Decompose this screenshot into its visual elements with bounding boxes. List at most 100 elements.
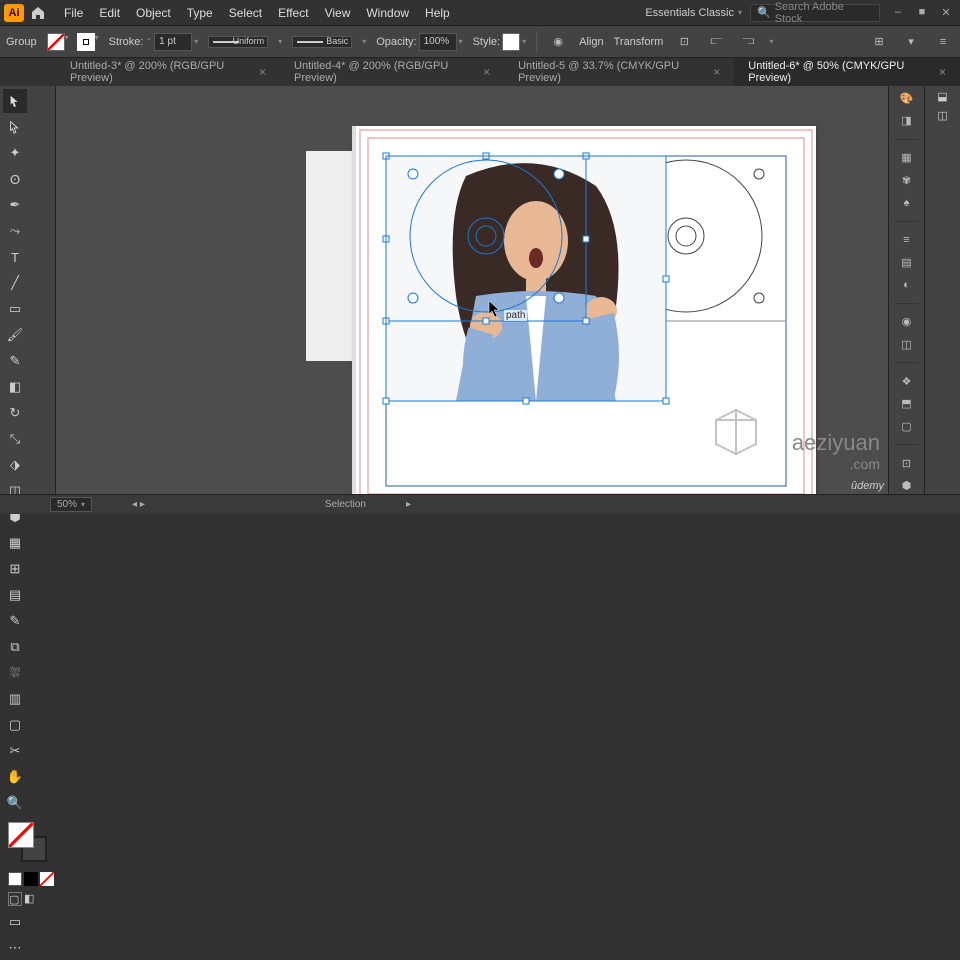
menu-edit[interactable]: Edit: [91, 6, 128, 20]
line-tool-icon[interactable]: ╱: [3, 271, 27, 295]
gradient-panel-icon[interactable]: ▤: [895, 254, 919, 270]
svg-panel-icon[interactable]: ⬢: [895, 478, 919, 494]
canvas-area[interactable]: path aeziyuan .com ûdemy: [56, 86, 888, 494]
scale-tool-icon[interactable]: ⤡: [3, 427, 27, 451]
shaper-tool-icon[interactable]: ✎: [3, 349, 27, 373]
rectangle-tool-icon[interactable]: ▭: [3, 297, 27, 321]
opacity-input[interactable]: [419, 33, 457, 51]
menu-view[interactable]: View: [317, 6, 359, 20]
menu-select[interactable]: Select: [221, 6, 270, 20]
align-label[interactable]: Align: [579, 36, 603, 48]
stroke-profile-basic[interactable]: Basic: [292, 36, 352, 48]
align-icon[interactable]: ⫍: [705, 31, 727, 53]
menu-object[interactable]: Object: [128, 6, 179, 20]
menu-window[interactable]: Window: [358, 6, 417, 20]
flyout-icon[interactable]: ≡: [932, 31, 954, 53]
status-nav[interactable]: ◂ ▸: [132, 499, 145, 510]
tab-untitled-6[interactable]: Untitled-6* @ 50% (CMYK/GPU Preview)×: [734, 58, 960, 86]
magic-wand-tool-icon[interactable]: ✦: [3, 141, 27, 165]
symbol-sprayer-icon[interactable]: ⛆: [3, 661, 27, 685]
symbols-panel-icon[interactable]: ♠: [895, 194, 919, 210]
pen-tool-icon[interactable]: ✒: [3, 193, 27, 217]
close-button[interactable]: ✕: [936, 6, 956, 20]
draw-normal-icon[interactable]: ▢: [8, 892, 22, 906]
gradient-tool-icon[interactable]: ▤: [3, 583, 27, 607]
stroke-profile-uniform[interactable]: Uniform: [208, 36, 268, 48]
tab-untitled-5[interactable]: Untitled-5 @ 33.7% (CMYK/GPU Preview)×: [504, 58, 734, 86]
menu-type[interactable]: Type: [179, 6, 221, 20]
properties-panel-icon[interactable]: ⬓: [937, 90, 947, 103]
stroke-weight-input[interactable]: [154, 33, 192, 51]
zoom-level[interactable]: 50% ▾: [50, 497, 92, 512]
menu-file[interactable]: File: [56, 6, 91, 20]
chevron-down-icon[interactable]: ▾: [95, 33, 99, 51]
lasso-tool-icon[interactable]: ʘ: [3, 167, 27, 191]
draw-behind-icon[interactable]: ◧: [24, 892, 38, 906]
perspective-grid-icon[interactable]: ▦: [3, 531, 27, 555]
css-panel-icon[interactable]: ⊡: [895, 455, 919, 471]
transparency-panel-icon[interactable]: ◐: [895, 276, 919, 292]
screen-mode-icon[interactable]: ▭: [3, 910, 27, 934]
home-icon[interactable]: [30, 5, 46, 21]
brushes-panel-icon[interactable]: ✾: [895, 172, 919, 188]
direct-selection-tool-icon[interactable]: [3, 115, 27, 139]
artboard-tool-icon[interactable]: ▢: [3, 713, 27, 737]
color-none[interactable]: [40, 872, 54, 886]
close-icon[interactable]: ×: [939, 65, 946, 79]
type-tool-icon[interactable]: T: [3, 245, 27, 269]
color-white[interactable]: [8, 872, 22, 886]
fill-swatch[interactable]: [47, 33, 65, 51]
edit-toolbar-icon[interactable]: ⋯: [3, 936, 27, 960]
color-guide-icon[interactable]: ◨: [895, 112, 919, 128]
panel-menu-icon[interactable]: ⊞: [868, 31, 890, 53]
graphic-styles-icon[interactable]: ◫: [895, 336, 919, 352]
minimize-button[interactable]: –: [888, 6, 908, 20]
maximize-button[interactable]: ■: [912, 6, 932, 20]
more-icon[interactable]: ▾: [900, 31, 922, 53]
hand-tool-icon[interactable]: ✋: [3, 765, 27, 789]
close-icon[interactable]: ×: [483, 65, 490, 79]
status-flyout[interactable]: ▸: [406, 499, 411, 510]
chevron-down-icon[interactable]: ▾: [522, 37, 526, 46]
workspace-switcher[interactable]: Essentials Classic ▾: [637, 7, 750, 19]
libraries-panel-icon[interactable]: ◫: [937, 109, 947, 122]
chevron-down-icon[interactable]: ▾: [459, 37, 463, 46]
tab-untitled-4[interactable]: Untitled-4* @ 200% (RGB/GPU Preview)×: [280, 58, 504, 86]
swatches-panel-icon[interactable]: ▦: [895, 150, 919, 166]
stepper-icon[interactable]: ⌃: [145, 37, 152, 46]
search-input[interactable]: 🔍 Search Adobe Stock: [750, 4, 880, 22]
zoom-tool-icon[interactable]: 🔍: [3, 791, 27, 815]
selection-tool-icon[interactable]: [3, 89, 27, 113]
isolate-icon[interactable]: ⊡: [673, 31, 695, 53]
eraser-tool-icon[interactable]: ◧: [3, 375, 27, 399]
tab-untitled-3[interactable]: Untitled-3* @ 200% (RGB/GPU Preview)×: [56, 58, 280, 86]
rotate-tool-icon[interactable]: ↻: [3, 401, 27, 425]
close-icon[interactable]: ×: [713, 65, 720, 79]
fill-stroke-control[interactable]: [8, 822, 47, 862]
slice-tool-icon[interactable]: ✂: [3, 739, 27, 763]
asset-export-icon[interactable]: ⬒: [895, 396, 919, 412]
close-icon[interactable]: ×: [259, 65, 266, 79]
blend-tool-icon[interactable]: ⧉: [3, 635, 27, 659]
appearance-panel-icon[interactable]: ◉: [895, 314, 919, 330]
curvature-tool-icon[interactable]: ⤳: [3, 219, 27, 243]
mesh-tool-icon[interactable]: ⊞: [3, 557, 27, 581]
paintbrush-tool-icon[interactable]: 🖌: [3, 323, 27, 347]
chevron-down-icon[interactable]: ▾: [278, 37, 282, 46]
column-graph-icon[interactable]: ▥: [3, 687, 27, 711]
chevron-down-icon[interactable]: ▾: [194, 37, 198, 46]
transform-label[interactable]: Transform: [614, 36, 664, 48]
color-panel-icon[interactable]: 🎨: [895, 90, 919, 106]
stroke-panel-icon[interactable]: ≡: [895, 232, 919, 248]
width-tool-icon[interactable]: ⬗: [3, 453, 27, 477]
chevron-down-icon[interactable]: ▾: [769, 37, 773, 46]
chevron-down-icon[interactable]: ▾: [362, 37, 366, 46]
layers-panel-icon[interactable]: ❖: [895, 373, 919, 389]
color-black[interactable]: [24, 872, 38, 886]
distribute-icon[interactable]: ⫎: [737, 31, 759, 53]
menu-help[interactable]: Help: [417, 6, 458, 20]
eyedropper-tool-icon[interactable]: ✎: [3, 609, 27, 633]
recolor-icon[interactable]: ◉: [547, 31, 569, 53]
menu-effect[interactable]: Effect: [270, 6, 316, 20]
style-swatch[interactable]: [502, 33, 520, 51]
